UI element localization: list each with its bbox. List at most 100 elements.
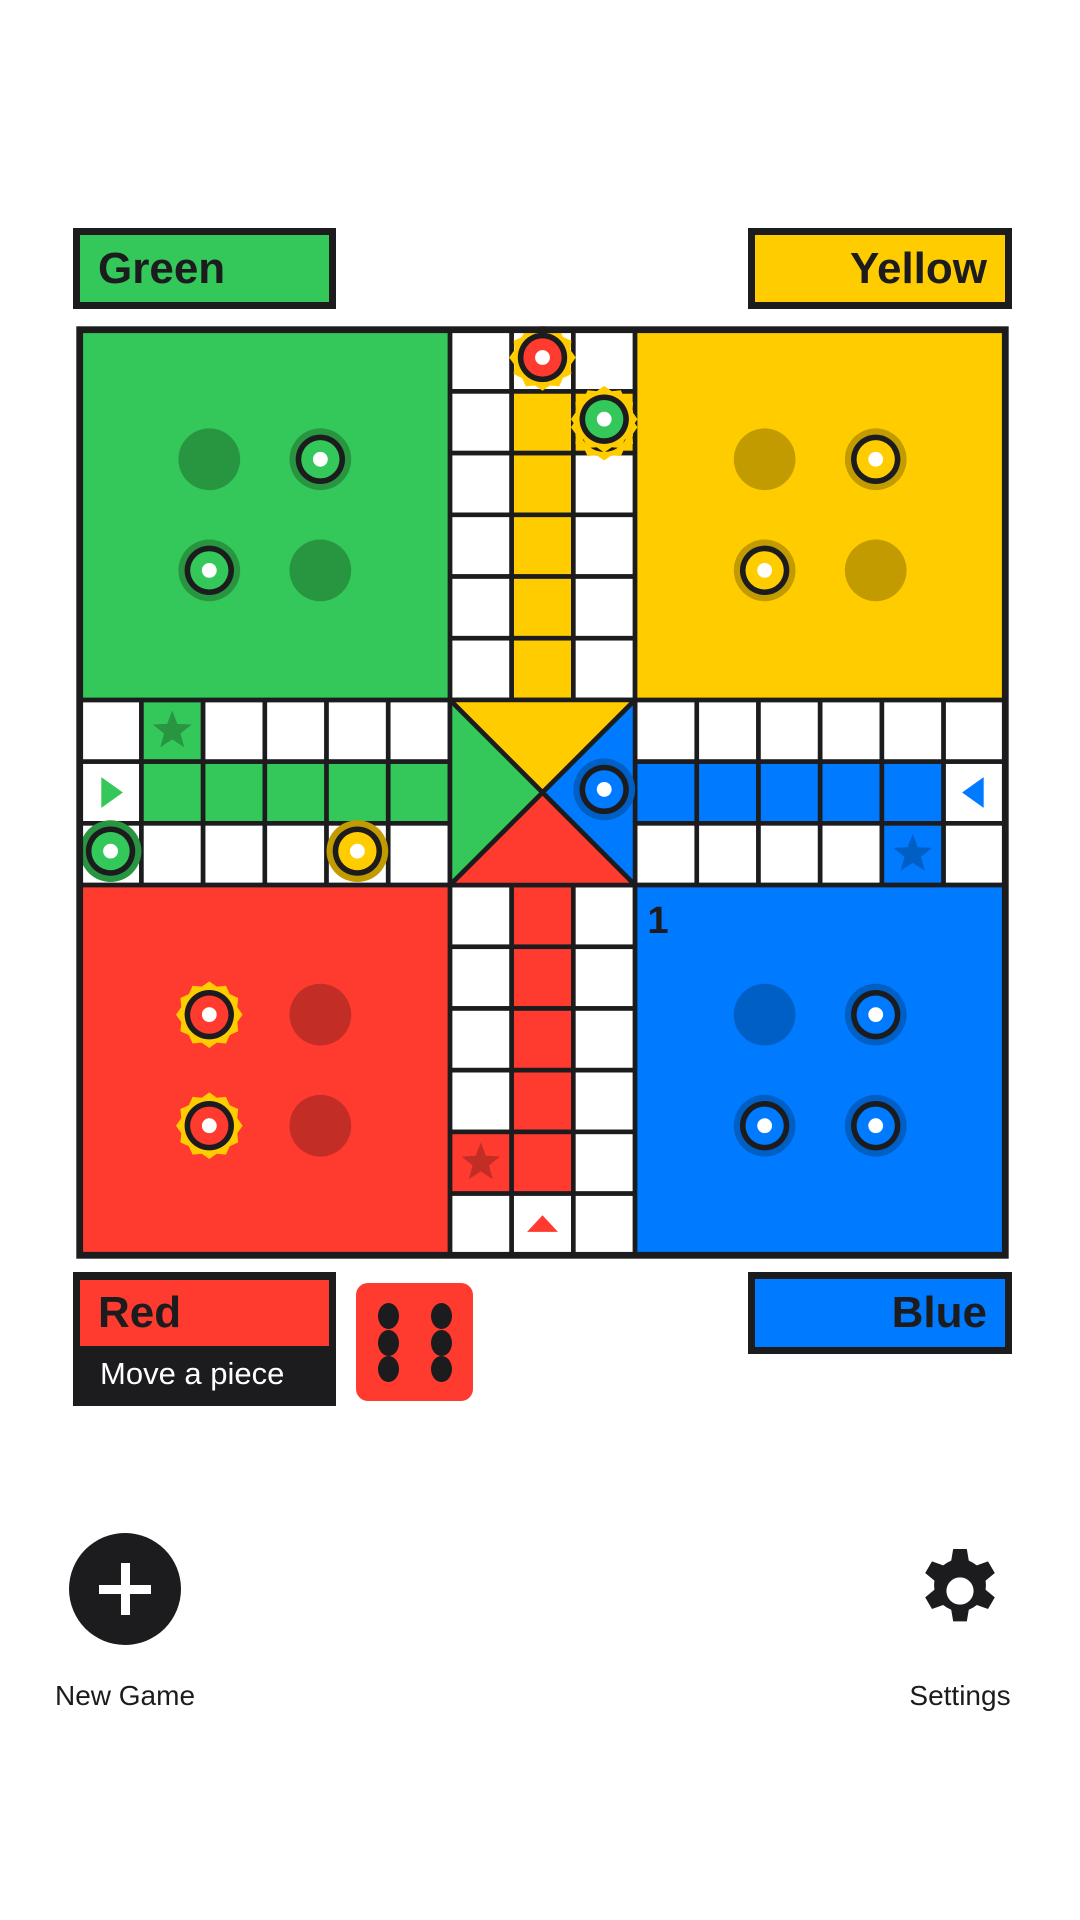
board-cell [694,821,761,888]
board-cell [262,697,329,764]
piece-center [868,451,884,467]
board-cell [756,759,823,826]
home-piece-yellow[interactable] [733,539,796,602]
new-game-button[interactable] [69,1533,181,1645]
home-slot-blue [733,983,796,1046]
board-cell [571,944,638,1011]
board-cell [571,635,638,703]
piece-center [201,562,217,578]
board-cell [509,1067,576,1135]
player-label-blue: Blue [748,1272,1012,1354]
board-cell [879,697,946,764]
piece-center [757,562,773,578]
board-cell [756,821,823,888]
board-cell [200,821,268,888]
home-piece-blue[interactable] [844,983,907,1046]
board-cell [571,1191,638,1258]
board-cell [447,882,514,950]
player-label-red: Red Move a piece [73,1272,336,1406]
dice-pip [378,1356,399,1382]
piece-center [757,1118,773,1134]
board-cell [694,697,761,764]
board-cell [571,327,638,394]
board-cell [817,821,885,888]
board-cell [571,1067,638,1135]
board-cell [509,944,576,1011]
piece-center [596,411,612,427]
board-cell [262,821,329,888]
board-cell [817,759,885,826]
finished-count: 1 [647,899,668,942]
board-cell [632,697,700,764]
board-cell [632,821,700,888]
board-cell [200,759,268,826]
home-piece-yellow[interactable] [844,428,907,491]
board-cell [571,512,638,579]
home-piece-blue[interactable] [733,1094,796,1157]
home-slot-red [289,1094,352,1157]
board-cell [879,759,946,826]
piece-center [312,451,328,467]
new-game-label[interactable]: New Game [15,1680,235,1712]
board-cell [571,1006,638,1073]
board-cell [509,1006,576,1073]
gear-icon [925,1549,995,1622]
home-base-blue [632,882,1008,1258]
settings-label[interactable]: Settings [850,1680,1070,1712]
home-slot-green [289,539,352,602]
dice-pip [431,1329,452,1356]
player-name: Green [98,243,226,293]
board-cell [139,759,206,826]
board-cell [262,759,329,826]
board-cell [447,574,514,641]
settings-button[interactable] [912,1543,1008,1639]
board-cell [941,821,1008,888]
board-cell [200,697,268,764]
dice-pip [378,1303,399,1329]
player-label-yellow: Yellow [748,228,1012,309]
board-cell [509,450,576,518]
board-cell [324,759,391,826]
board-cell [632,759,700,826]
board-cell [447,1006,514,1073]
piece-center [201,1007,217,1023]
home-piece-blue[interactable] [844,1094,907,1157]
board-cell [324,697,391,764]
board-cell [447,389,514,456]
piece-center [103,843,118,859]
board-cell [509,1129,576,1196]
track-piece-green[interactable] [79,820,142,882]
track-piece-blue[interactable] [573,758,636,821]
board-cell [139,821,206,888]
piece-center [868,1118,884,1134]
dice[interactable] [356,1283,473,1401]
turn-status: Move a piece [100,1356,285,1391]
player-label-green: Green [73,228,336,309]
dice-pip [431,1356,452,1382]
board-cell [509,882,576,950]
home-base-red [77,882,453,1258]
piece-center [201,1118,217,1134]
board-cell [447,512,514,579]
piece-center [349,843,365,859]
board-cell [385,821,453,888]
board-cell [447,450,514,518]
track-piece-yellow[interactable] [326,820,389,882]
ludo-board[interactable]: 1 [73,326,1012,1259]
board-cell [77,697,144,764]
board-cell [941,697,1008,764]
home-piece-green[interactable] [178,539,241,602]
board-cell [571,450,638,518]
board-cell [447,635,514,703]
home-slot-yellow [844,539,907,602]
board-cell [571,882,638,950]
home-slot-green [178,428,241,491]
home-piece-green[interactable] [289,428,352,491]
board-cell [447,1067,514,1135]
board-cell [447,327,514,394]
piece-center [535,350,550,365]
home-slot-red [289,983,352,1046]
board-cell [385,697,453,764]
board-cell [447,944,514,1011]
home-base-yellow [632,327,1008,703]
